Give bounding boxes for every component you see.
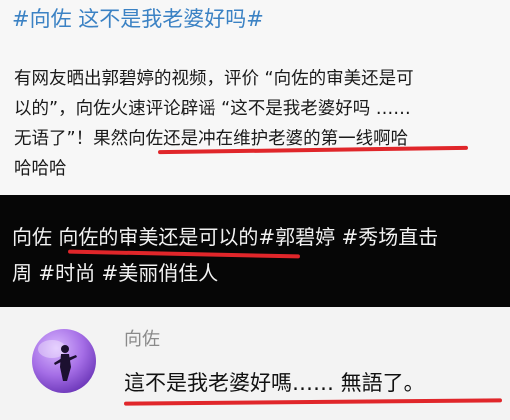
comment-text: 這不是我老婆好嗎…… 無語了。 <box>124 371 425 395</box>
post-body-line: 有网友晒出郭碧婷的视频，评价 “向佐的审美还是可 <box>14 69 414 89</box>
commenter-name[interactable]: 向佐 <box>124 329 160 351</box>
avatar-figure-icon <box>38 340 77 381</box>
post-section: #向佐 这不是我老婆好吗# 有网友晒出郭碧婷的视频，评价 “向佐的审美还是可 以… <box>0 0 510 195</box>
post-body-line: 以的”，向佐火速评论辟谣 “这不是我老婆好吗 …… <box>14 99 411 119</box>
user-avatar-icon[interactable] <box>32 329 96 393</box>
post-body-line: 哈哈哈 <box>14 159 67 179</box>
hashtag-title-link[interactable]: #向佐 这不是我老婆好吗# <box>12 6 264 32</box>
post-body-text: 有网友晒出郭碧婷的视频，评价 “向佐的审美还是可 以的”，向佐火速评论辟谣 “这… <box>14 64 498 184</box>
caption-line[interactable]: 周 #时尚 #美丽俏佳人 <box>12 255 502 291</box>
